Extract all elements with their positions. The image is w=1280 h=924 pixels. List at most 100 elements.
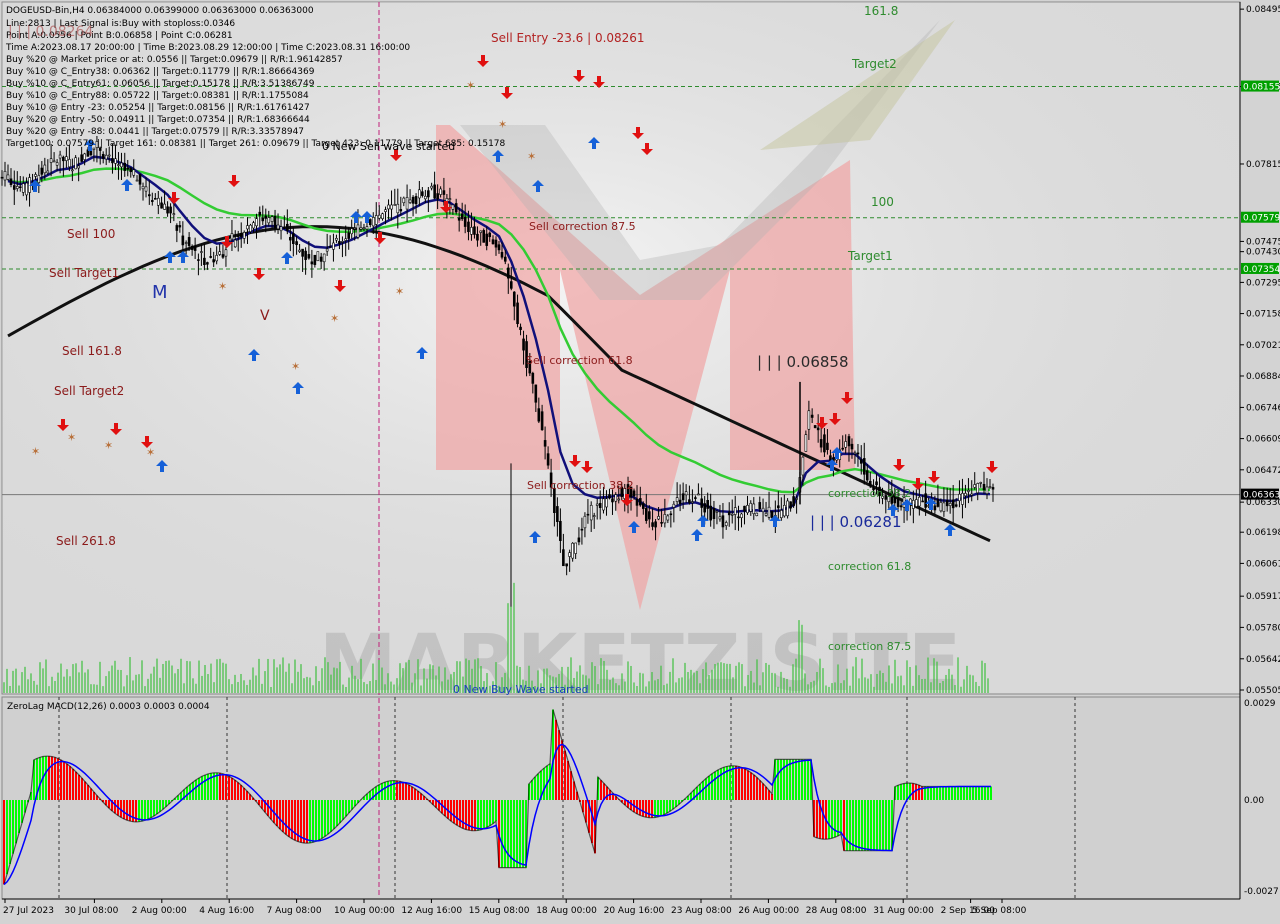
candle-body (580, 528, 584, 531)
candle-body (948, 503, 952, 506)
candle-body (933, 505, 937, 511)
candle-body (114, 158, 117, 164)
candle-body (396, 203, 400, 214)
candle-body (777, 505, 780, 509)
info-line: Buy %10 @ Entry -23: 0.05254 || Target:0… (6, 103, 310, 113)
candle-body (641, 503, 645, 509)
label-100: 100 (871, 195, 894, 209)
candle-body (718, 516, 722, 520)
candle-body (332, 242, 335, 250)
label-correction-382: correction 38.2 (828, 487, 911, 500)
candle-body (617, 498, 621, 501)
price-tick-label: 0.06609 (1246, 435, 1280, 445)
candle-body (559, 520, 562, 541)
candle-body (479, 230, 483, 233)
candle-body (184, 242, 188, 244)
candle-body (675, 497, 679, 502)
candle-body (83, 153, 86, 160)
candle-body (212, 259, 215, 263)
candle-body (353, 227, 357, 230)
candle-body (350, 228, 354, 235)
candle-body (319, 256, 323, 262)
candle-body (964, 493, 967, 497)
candle-body (448, 198, 452, 200)
candle-body (856, 452, 860, 455)
candle-body (286, 223, 289, 231)
candle-body (233, 239, 237, 248)
candle-body (258, 211, 262, 216)
candle-body (138, 173, 142, 185)
candle-body (979, 482, 983, 484)
candle-body (129, 167, 133, 173)
candle-body (40, 167, 44, 175)
candle-body (325, 248, 329, 252)
candle-body (123, 162, 127, 171)
candle-body (752, 503, 756, 515)
candle-body (497, 244, 501, 251)
candle-body (144, 186, 148, 192)
star-marker-icon: ✶ (67, 431, 76, 444)
candle-body (430, 185, 433, 189)
candle-body (313, 254, 317, 265)
star-marker-icon: ✶ (146, 446, 155, 459)
watermark-text: MARKETZISITE (319, 619, 961, 709)
candle-body (390, 204, 393, 210)
candle-body (850, 443, 854, 450)
candle-body (792, 496, 795, 506)
candle-body (126, 167, 130, 170)
candle-body (341, 241, 344, 243)
candle-body (724, 522, 728, 526)
candle-body (537, 408, 541, 422)
price-tick-label: 0.06061 (1246, 559, 1280, 569)
candle-body (819, 439, 823, 448)
candle-body (433, 184, 436, 199)
candle-body (338, 241, 341, 244)
candle-body (936, 499, 940, 507)
candle-body (737, 516, 740, 519)
candle-body (540, 411, 544, 431)
candle-body (421, 191, 424, 196)
candle-body (853, 452, 857, 455)
candle-body (169, 206, 172, 214)
candle-body (651, 522, 654, 527)
candle-body (810, 414, 814, 418)
candle-body (568, 552, 571, 557)
info-line: Buy %10 @ C_Entry88: 0.05722 || Target:0… (6, 91, 309, 101)
candle-body (829, 455, 832, 461)
candle-body (68, 159, 71, 168)
candle-body (982, 483, 986, 491)
info-line: Buy %20 @ Entry -88: 0.0441 || Target:0.… (6, 127, 304, 137)
candle-body (611, 498, 614, 503)
candle-body (249, 224, 252, 232)
price-tick-label: 0.07295 (1246, 278, 1280, 288)
candle-body (427, 190, 430, 198)
candle-body (703, 503, 706, 513)
candle-body (485, 233, 489, 246)
candle-body (500, 251, 504, 258)
time-tick-label: 31 Aug 00:00 (873, 906, 934, 916)
label-v-pattern: V (260, 308, 270, 324)
candle-body (190, 246, 194, 250)
candle-body (135, 179, 139, 182)
candle-body (399, 209, 403, 212)
candle-body (709, 505, 712, 521)
candle-body (746, 505, 749, 514)
candle-body (556, 506, 559, 522)
label-correction-875: correction 87.5 (828, 640, 911, 653)
candle-body (647, 511, 651, 520)
candle-body (58, 154, 62, 159)
candle-body (316, 251, 320, 262)
candle-body (209, 256, 212, 258)
star-marker-icon: ✶ (466, 79, 475, 92)
candle-body (758, 502, 762, 510)
candle-body (644, 508, 648, 521)
candle-body (571, 542, 574, 559)
label-sell-target1: Sell Target1 (49, 266, 119, 280)
candle-body (200, 251, 203, 253)
candle-body (961, 493, 964, 505)
candle-body (289, 236, 292, 241)
candle-body (9, 178, 13, 185)
candle-body (0, 176, 4, 179)
candle-body (859, 459, 863, 464)
candle-body (335, 238, 338, 241)
